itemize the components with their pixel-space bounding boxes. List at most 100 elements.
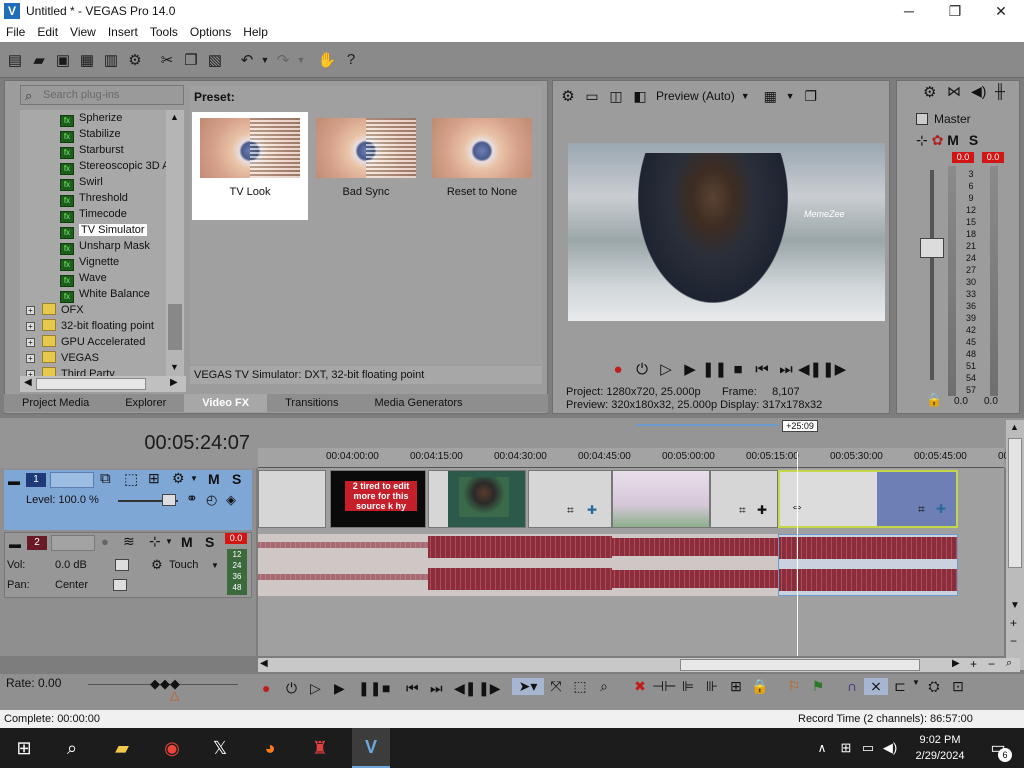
- vegas-taskbar-icon[interactable]: V: [352, 728, 390, 768]
- preset-tv-look[interactable]: TV Look: [192, 112, 308, 220]
- loop-playback-icon[interactable]: ⏻: [630, 361, 654, 378]
- tree-hscroll-thumb[interactable]: [36, 378, 146, 390]
- render-icon[interactable]: ▥: [100, 49, 122, 71]
- master-solo-button[interactable]: S: [969, 132, 978, 148]
- ripple-edit-icon[interactable]: ⊏: [888, 678, 912, 695]
- zoom-in-vertical-icon[interactable]: +: [1010, 616, 1017, 630]
- master-mute-button[interactable]: M: [947, 132, 959, 148]
- next-frame-icon[interactable]: ❚▶: [822, 360, 846, 378]
- minimize-button[interactable]: ─: [886, 0, 932, 22]
- paste-icon[interactable]: ▧: [204, 49, 226, 71]
- expand-plus-icon[interactable]: +: [26, 354, 35, 363]
- timeline-horizontal-scrollbar[interactable]: ◀ ▶ + − ⌕: [258, 657, 1020, 672]
- save-icon[interactable]: ▣: [52, 49, 74, 71]
- tree-folder-gpu[interactable]: + GPU Accelerated: [26, 334, 145, 350]
- selection-tool-icon[interactable]: ⬚: [568, 678, 592, 695]
- video-event-classroom[interactable]: [428, 470, 526, 528]
- menu-options[interactable]: Options: [184, 25, 237, 39]
- preview-quality-dropdown[interactable]: Preview (Auto): [656, 89, 735, 103]
- normal-edit-tool-icon[interactable]: ➤▾: [512, 678, 544, 695]
- previous-frame-icon[interactable]: ◀❚: [798, 360, 822, 378]
- copy-icon[interactable]: ❐: [180, 49, 202, 71]
- undo-icon[interactable]: ↶: [236, 49, 258, 71]
- tree-vertical-scrollbar[interactable]: ▲ ▼: [166, 110, 184, 376]
- hand-tool-icon[interactable]: ✋: [316, 49, 338, 71]
- lock-envelopes-icon[interactable]: ⛭: [922, 678, 946, 695]
- tree-item-wave[interactable]: fx Wave: [60, 270, 107, 287]
- preset-reset-to-none[interactable]: Reset to None: [424, 112, 540, 220]
- envelope-tool-icon[interactable]: ⤧: [544, 678, 568, 695]
- track-fx-icon[interactable]: ⬚: [124, 470, 138, 488]
- file-explorer-icon[interactable]: ▰: [108, 734, 136, 762]
- mixer-settings-icon[interactable]: ╫: [995, 83, 1005, 99]
- make-compositing-child-icon[interactable]: ◴: [206, 492, 217, 508]
- crop-icon[interactable]: ⌗: [739, 503, 746, 518]
- lock-icon[interactable]: 🔒: [748, 678, 772, 695]
- loop-region-bar[interactable]: [636, 424, 778, 426]
- zoom-edit-tool-icon[interactable]: ⌕: [592, 678, 616, 695]
- scroll-right-icon[interactable]: ▶: [170, 377, 178, 388]
- region-icon[interactable]: ⚑: [806, 678, 830, 695]
- tree-folder-third-party[interactable]: + Third Party: [26, 366, 115, 376]
- audio-event[interactable]: [612, 534, 778, 596]
- audio-solo-button[interactable]: S: [205, 534, 214, 550]
- expand-plus-icon[interactable]: +: [26, 306, 35, 315]
- previous-frame-icon[interactable]: ◀❚: [454, 680, 478, 697]
- track-minimize-icon[interactable]: ▬: [9, 537, 21, 551]
- windows-start-icon[interactable]: ⊞: [10, 734, 38, 762]
- tree-item-threshold[interactable]: fx Threshold: [60, 190, 128, 207]
- track-gear-icon[interactable]: ⚙: [172, 470, 185, 487]
- next-frame-icon[interactable]: ❚▶: [478, 680, 502, 697]
- level-slider-thumb[interactable]: [162, 494, 176, 506]
- audio-mute-button[interactable]: M: [181, 534, 193, 550]
- go-to-start-icon[interactable]: ⏮: [406, 680, 430, 697]
- pan-slider-thumb[interactable]: [113, 579, 127, 591]
- speaker-icon[interactable]: ◀): [971, 83, 986, 100]
- show-hidden-icons-icon[interactable]: ∧: [812, 734, 832, 762]
- play-from-start-icon[interactable]: ▷: [654, 360, 678, 378]
- master-fx-chain-icon[interactable]: ✿: [932, 132, 944, 148]
- scroll-right-icon[interactable]: ▶: [952, 658, 960, 669]
- record-icon[interactable]: ●: [606, 361, 630, 378]
- chevron-down-icon[interactable]: ▼: [912, 678, 922, 695]
- lock-icon[interactable]: 🔒: [926, 392, 942, 408]
- expand-plus-icon[interactable]: +: [26, 322, 35, 331]
- tab-explorer[interactable]: Explorer: [107, 394, 184, 412]
- tab-project-media[interactable]: Project Media: [4, 394, 107, 412]
- event-fx-icon[interactable]: ✚: [757, 503, 767, 517]
- trim-start-icon[interactable]: ⊫: [676, 678, 700, 695]
- menu-file[interactable]: File: [0, 25, 31, 39]
- video-mute-button[interactable]: M: [208, 471, 220, 487]
- preset-bad-sync[interactable]: Bad Sync: [308, 112, 424, 220]
- timeline-timecode[interactable]: 00:05:24:07: [120, 432, 250, 455]
- tree-horizontal-scrollbar[interactable]: ◀ ▶: [20, 376, 186, 392]
- timeline-ruler[interactable]: 00:04:00:00 00:04:15:00 00:04:30:00 00:0…: [258, 448, 1009, 468]
- menu-insert[interactable]: Insert: [102, 25, 144, 39]
- arm-record-icon[interactable]: ●: [101, 534, 109, 549]
- whats-this-help-icon[interactable]: ?: [340, 49, 362, 71]
- tree-scroll-thumb[interactable]: [168, 304, 182, 350]
- tree-item-tv-simulator[interactable]: fx TV Simulator: [60, 222, 147, 239]
- chevron-down-icon[interactable]: ▼: [786, 91, 795, 101]
- automation-mode[interactable]: Touch: [169, 559, 198, 571]
- ignore-grouping-icon[interactable]: ⊡: [946, 678, 970, 695]
- volume-icon[interactable]: ◀): [880, 734, 900, 762]
- go-to-end-icon[interactable]: ⏭: [774, 361, 798, 378]
- track-layers-icon[interactable]: ◈: [226, 492, 236, 508]
- pause-icon[interactable]: ❚❚: [702, 360, 727, 378]
- crop-icon[interactable]: ⌗: [567, 503, 574, 518]
- go-to-start-icon[interactable]: ⏮: [750, 361, 774, 378]
- audio-track-fx-icon[interactable]: ⊹: [149, 533, 161, 550]
- grid-overlay-icon[interactable]: ▦: [764, 88, 786, 105]
- zoom-out-vertical-icon[interactable]: −: [1010, 634, 1017, 648]
- audio-event[interactable]: [258, 534, 428, 596]
- master-fader[interactable]: [920, 238, 944, 258]
- play-icon[interactable]: ▶: [678, 360, 702, 378]
- event-fx-icon[interactable]: ✚: [936, 502, 946, 516]
- loop-playback-icon[interactable]: ⏻: [286, 680, 310, 697]
- redo-icon[interactable]: ↷: [272, 49, 294, 71]
- tree-item-stereoscopic[interactable]: fx Stereoscopic 3D A: [60, 158, 170, 175]
- automation-gear-icon[interactable]: ⚙: [151, 557, 163, 573]
- trim-end-icon[interactable]: ⊪: [700, 678, 724, 695]
- marker-icon[interactable]: ⚐: [782, 678, 806, 695]
